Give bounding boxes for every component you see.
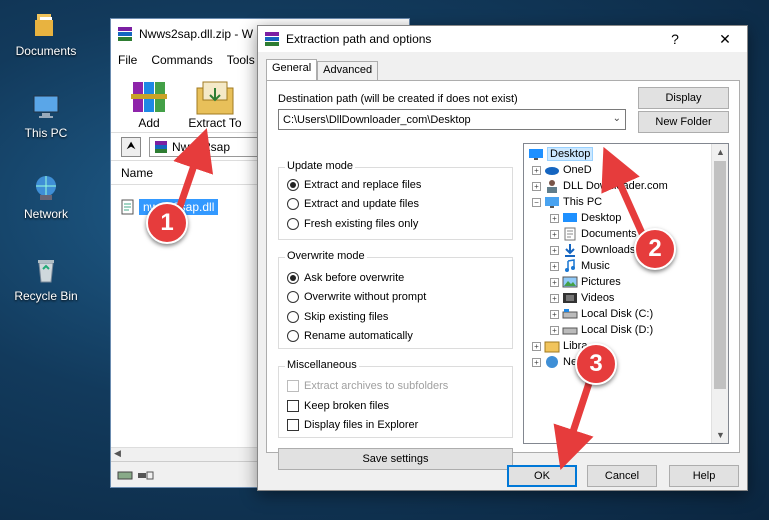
annotation-badge-2: 2 <box>634 228 676 270</box>
annotation-badge-1: 1 <box>146 202 188 244</box>
arrow-to-desktop <box>601 146 649 242</box>
annotation-badge-3: 3 <box>575 343 617 385</box>
arrow-to-ok <box>553 378 594 470</box>
arrow-to-extract-to <box>173 128 214 214</box>
